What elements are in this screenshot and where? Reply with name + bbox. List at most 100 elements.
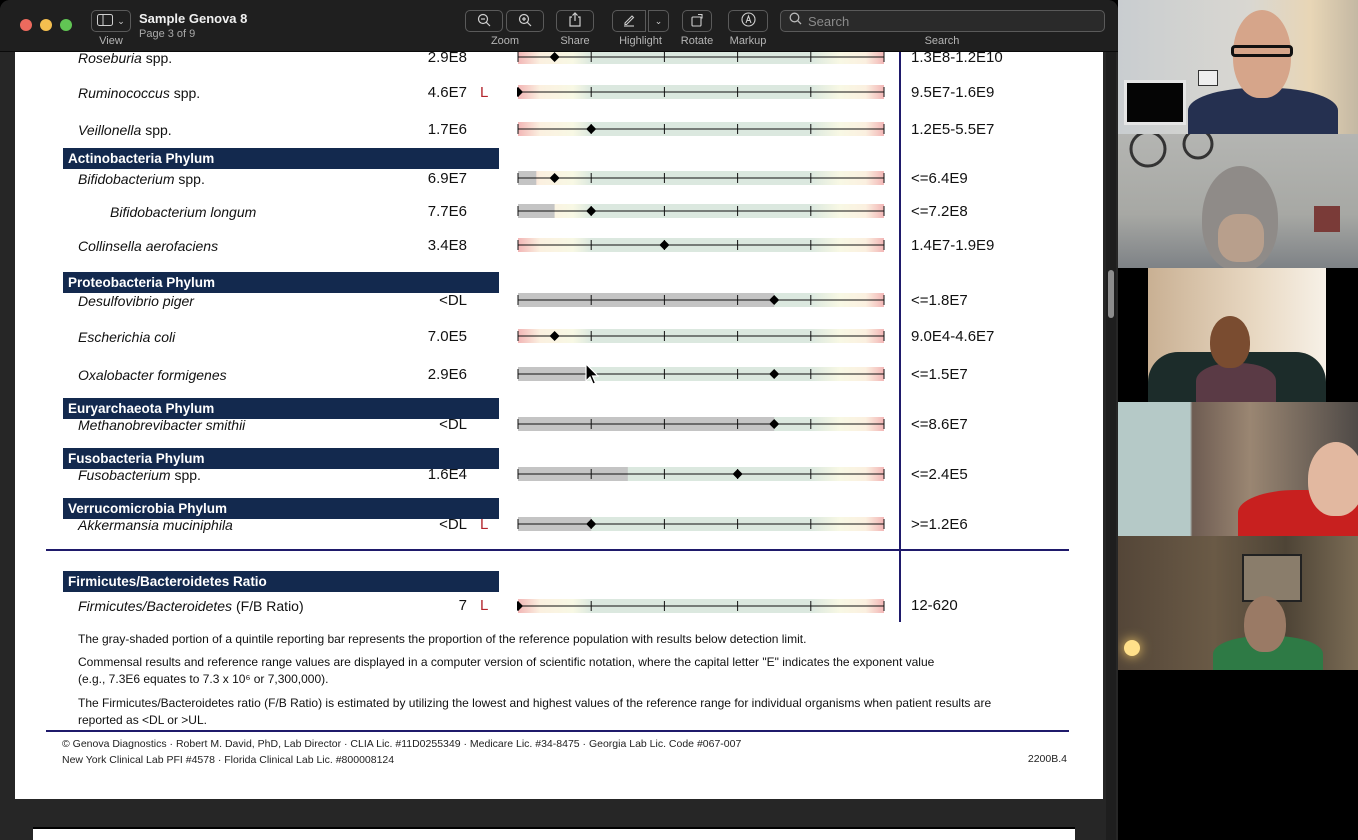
- result-value: <DL: [439, 516, 467, 533]
- preview-window: ⌄ View Sample Genova 8 Page 3 of 9 Zoom …: [0, 0, 1118, 840]
- reference-range: <=8.6E7: [911, 416, 968, 433]
- quintile-bar-graphic: [517, 52, 885, 64]
- reference-range: <=1.8E7: [911, 292, 968, 309]
- ratio-name: Firmicutes/Bacteroidetes (F/B Ratio): [78, 598, 304, 614]
- quintile-bar: [517, 292, 885, 308]
- quintile-bar: [517, 84, 885, 100]
- reference-range: 9.0E4-4.6E7: [911, 328, 995, 345]
- highlight-label: Highlight: [619, 35, 662, 47]
- footer-line-1: © Genova Diagnostics · Robert M. David, …: [62, 738, 742, 750]
- result-value: 3.4E8: [427, 237, 467, 254]
- quintile-bar: [517, 516, 885, 532]
- quintile-bar: [517, 598, 885, 614]
- section-divider: [46, 549, 1069, 551]
- quintile-bar-graphic: [517, 417, 885, 431]
- organism-row: Desulfovibrio piger <DL <=1.8E7: [15, 292, 1103, 325]
- search-input[interactable]: [808, 13, 1088, 29]
- zoom-in-icon: [518, 13, 532, 30]
- ratio-value: 7: [458, 597, 467, 614]
- pen-icon: [622, 13, 636, 30]
- rotate-icon: [690, 13, 704, 30]
- column-divider: [899, 52, 901, 622]
- highlight-button[interactable]: [612, 10, 646, 32]
- person-face: [1218, 214, 1264, 262]
- note-fb-ratio: The Firmicutes/Bacteroidetes ratio (F/B …: [78, 696, 992, 727]
- titlebar: ⌄ View Sample Genova 8 Page 3 of 9 Zoom …: [0, 0, 1118, 52]
- quintile-bar-graphic: [517, 238, 885, 252]
- quintile-bar-graphic: [517, 329, 885, 343]
- monitor-background: [1124, 80, 1186, 125]
- minimize-window-button[interactable]: [40, 19, 52, 31]
- quintile-bar-graphic: [517, 122, 885, 136]
- footer-divider: [46, 730, 1069, 732]
- reference-range: >=1.2E6: [911, 516, 968, 533]
- flag-low: L: [480, 516, 489, 533]
- flag-low: L: [480, 84, 489, 101]
- person-head: [1308, 442, 1358, 516]
- rotate-button[interactable]: [682, 10, 712, 32]
- video-tile-participant-5[interactable]: [1118, 536, 1358, 670]
- share-button[interactable]: [556, 10, 594, 32]
- flag-low: L: [480, 597, 489, 614]
- organism-row: Akkermansia muciniphila <DL L >=1.2E6: [15, 516, 1103, 549]
- reference-range: <=1.5E7: [911, 366, 968, 383]
- video-tile-participant-3[interactable]: [1148, 268, 1326, 402]
- organism-name: Akkermansia muciniphila: [78, 517, 233, 533]
- quintile-bar: [517, 52, 885, 65]
- reference-range: 1.3E8-1.2E10: [911, 52, 1003, 66]
- fullscreen-window-button[interactable]: [60, 19, 72, 31]
- result-value: <DL: [439, 416, 467, 433]
- organism-name: Veillonella spp.: [78, 122, 172, 138]
- close-window-button[interactable]: [20, 19, 32, 31]
- ratio-section-header: Firmicutes/Bacteroidetes Ratio: [63, 571, 499, 592]
- organism-name: Desulfovibrio piger: [78, 293, 194, 309]
- search-field[interactable]: [780, 10, 1105, 32]
- video-tile-participant-1[interactable]: [1118, 0, 1358, 134]
- quintile-bar: [517, 121, 885, 137]
- reference-range: 1.4E7-1.9E9: [911, 237, 995, 254]
- organism-row: Fusobacterium spp. 1.6E4 <=2.4E5: [15, 466, 1103, 499]
- result-value: 1.7E6: [427, 121, 467, 138]
- quintile-bar: [517, 466, 885, 482]
- quintile-bar: [517, 416, 885, 432]
- reference-range: <=7.2E8: [911, 203, 968, 220]
- reference-range: 12-620: [911, 597, 958, 614]
- result-value: 7.0E5: [427, 328, 467, 345]
- highlight-options-button[interactable]: ⌄: [648, 10, 669, 32]
- quintile-bar-graphic: [517, 171, 885, 185]
- form-code: 2200B.4: [1027, 753, 1067, 765]
- organism-name: Collinsella aerofaciens: [78, 238, 219, 254]
- view-label: View: [99, 35, 123, 47]
- mouse-pointer-icon: [585, 362, 600, 390]
- scroll-thumb[interactable]: [1108, 270, 1114, 318]
- ratio-row: Firmicutes/Bacteroidetes (F/B Ratio) 7 L: [15, 597, 1103, 628]
- view-button[interactable]: ⌄: [91, 10, 131, 32]
- quintile-bar-graphic: [517, 367, 885, 381]
- reference-range: <=6.4E9: [911, 170, 968, 187]
- zoom-in-button[interactable]: [506, 10, 544, 32]
- quintile-bar: [517, 366, 885, 382]
- frame-background: [1242, 554, 1302, 602]
- phylum-header: Verrucomicrobia Phylum: [63, 498, 499, 519]
- organism-name: Bifidobacterium spp.: [78, 171, 205, 187]
- zoom-out-button[interactable]: [465, 10, 503, 32]
- note-scientific-notation: Commensal results and reference range va…: [78, 655, 935, 686]
- wheels-background: [1120, 134, 1216, 168]
- organism-name: Escherichia coli: [78, 329, 176, 345]
- organism-name: Ruminococcus spp.: [78, 85, 201, 101]
- quintile-bar: [517, 170, 885, 186]
- result-value: 1.6E4: [427, 466, 467, 483]
- organism-row: Escherichia coli 7.0E5 9.0E4-4.6E7: [15, 328, 1103, 361]
- organism-name: Bifidobacterium longum: [110, 204, 257, 220]
- organism-row: Bifidobacterium spp. 6.9E7 <=6.4E9: [15, 170, 1103, 203]
- video-tile-participant-4[interactable]: [1118, 402, 1358, 536]
- quintile-bar-graphic: [517, 517, 885, 531]
- video-tile-participant-2[interactable]: [1118, 134, 1358, 268]
- phylum-header: Actinobacteria Phylum: [63, 148, 499, 169]
- vertical-scrollbar[interactable]: [1106, 52, 1116, 840]
- markup-button[interactable]: [728, 10, 768, 32]
- organism-name: Methanobrevibacter smithii: [78, 417, 246, 433]
- reference-range: 1.2E5-5.5E7: [911, 121, 995, 138]
- result-value: 4.6E7: [427, 84, 467, 101]
- result-value: 7.7E6: [427, 203, 467, 220]
